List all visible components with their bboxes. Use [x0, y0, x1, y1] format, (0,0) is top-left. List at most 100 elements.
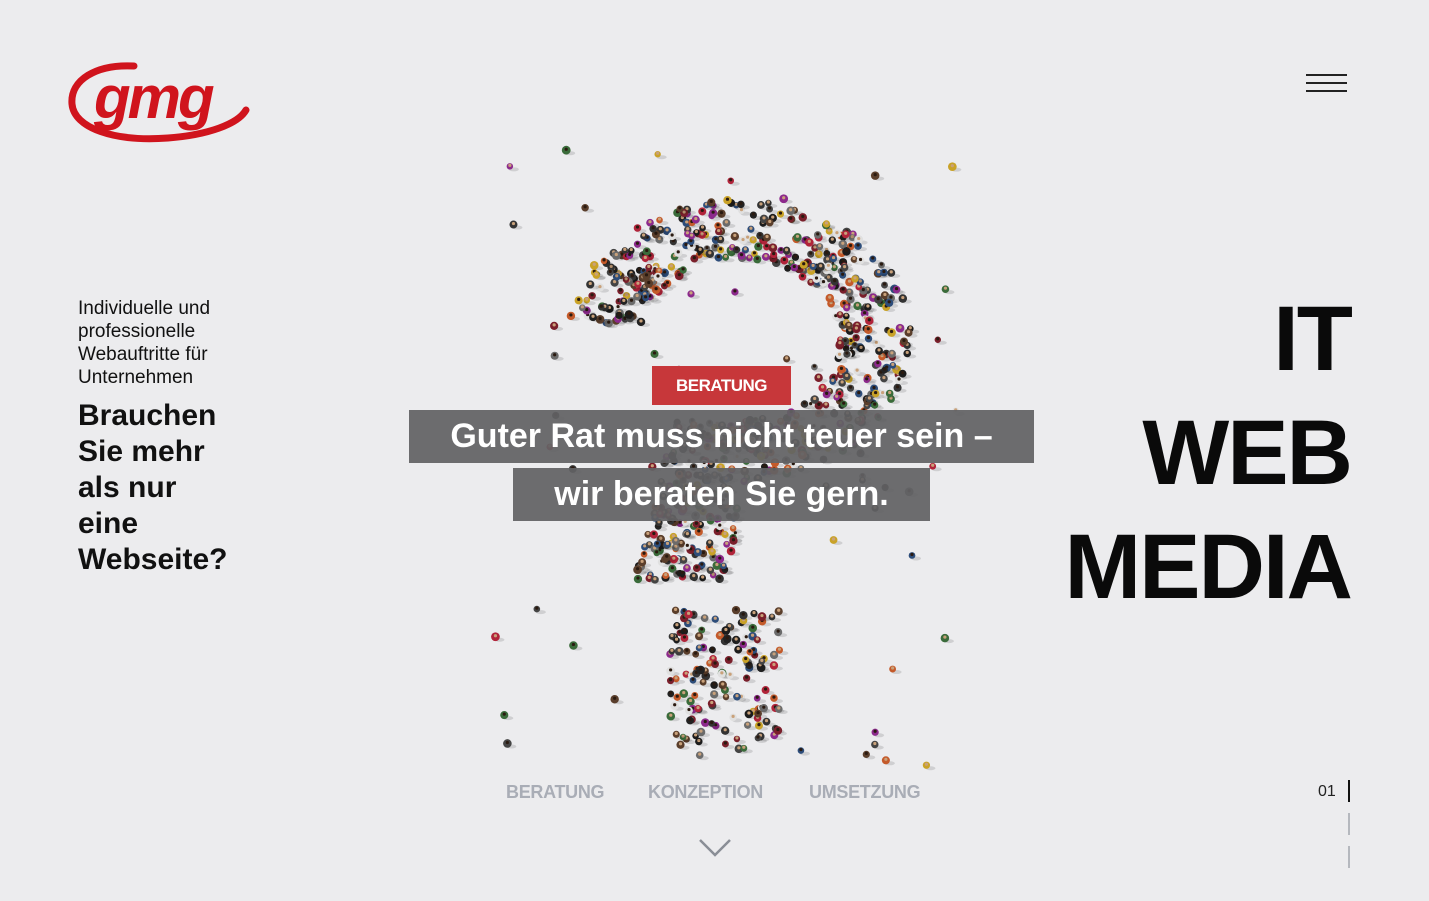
- crowd-person: [503, 739, 517, 749]
- crowd-person: [715, 574, 729, 584]
- slide-headline-line-2: wir beraten Sie gern.: [513, 468, 930, 521]
- crowd-person: [581, 203, 595, 213]
- crowd-person: [696, 727, 710, 738]
- slide-category-badge: BERATUNG: [652, 366, 791, 405]
- crowd-person: [727, 177, 740, 186]
- crowd-person: [869, 255, 882, 265]
- pager-indicator[interactable]: [1348, 813, 1350, 835]
- crowd-person: [748, 623, 762, 634]
- crowd-person: [853, 367, 867, 377]
- crowd-person: [825, 293, 839, 304]
- crowd-person: [491, 632, 505, 642]
- crowd-person: [908, 552, 922, 561]
- crowd-person: [670, 701, 684, 711]
- crowd-person: [679, 689, 693, 699]
- intro-subtitle-line: professionelle: [78, 321, 196, 342]
- crowd-person: [940, 633, 954, 644]
- crowd-person: [633, 574, 647, 585]
- intro-question-line: Sie mehr: [78, 435, 205, 468]
- menu-line: [1306, 74, 1347, 76]
- crowd-person: [774, 607, 788, 617]
- crowd-person: [743, 721, 757, 731]
- crowd-person: [761, 686, 775, 696]
- crowd-person: [731, 605, 746, 616]
- tab-konzeption[interactable]: KONZEPTION: [648, 782, 763, 803]
- crowd-person: [774, 628, 788, 638]
- crowd-person: [881, 756, 895, 766]
- crowd-person: [550, 351, 564, 361]
- gmg-logo[interactable]: gmg: [68, 58, 254, 146]
- crowd-person: [687, 290, 701, 299]
- intro-subtitle-line: Individuelle und: [78, 298, 211, 319]
- crowd-person: [509, 220, 523, 230]
- crowd-person: [880, 374, 893, 384]
- page: gmg Individuelle und professionelle Weba…: [0, 0, 1429, 901]
- crowd-person: [500, 711, 514, 721]
- crowd-person: [636, 317, 651, 327]
- crowd-person: [810, 395, 824, 405]
- crowd-person: [724, 655, 738, 665]
- crowd-person: [666, 711, 680, 722]
- crowd-person: [533, 605, 546, 615]
- crowd-person: [747, 225, 760, 235]
- crowd-person: [929, 462, 942, 472]
- crowd-person: [654, 151, 667, 160]
- crowd-person: [743, 674, 756, 684]
- crowd-person: [829, 536, 843, 545]
- crowd-person: [922, 761, 936, 771]
- crowd-person: [729, 525, 743, 534]
- intro-subtitle: Individuelle und professionelle Webauftr…: [78, 297, 248, 389]
- crowd-person: [770, 694, 783, 704]
- crowd-person: [762, 717, 776, 727]
- crowd-person: [837, 365, 851, 375]
- crowd-person: [633, 240, 647, 250]
- crowd-person: [811, 363, 824, 373]
- crowd-person: [726, 671, 740, 681]
- tab-umsetzung[interactable]: UMSETZUNG: [809, 782, 921, 803]
- crowd-person: [569, 641, 583, 651]
- hamburger-menu-icon[interactable]: [1304, 72, 1348, 96]
- menu-line: [1306, 90, 1347, 92]
- crowd-person: [779, 194, 793, 204]
- hero-keyword-web: WEB: [1142, 402, 1353, 504]
- intro-question-line: als nur: [78, 471, 177, 504]
- crowd-person: [726, 546, 741, 557]
- crowd-person: [769, 661, 783, 671]
- crowd-person: [797, 747, 810, 756]
- chevron-down-icon[interactable]: [698, 836, 732, 858]
- crowd-person: [633, 224, 647, 233]
- crowd-person: [550, 321, 564, 331]
- hero-keywords: IT WEB MEDIA: [1064, 282, 1353, 624]
- crowd-person: [862, 750, 876, 760]
- crowd-person: [715, 554, 729, 565]
- crowd-person: [566, 311, 580, 321]
- crowd-person: [889, 665, 902, 675]
- crowd-person: [617, 287, 630, 297]
- crowd-person: [588, 292, 602, 301]
- crowd-person: [506, 163, 519, 172]
- pager-indicator[interactable]: [1348, 846, 1350, 868]
- crowd-person: [871, 740, 884, 750]
- crowd-person: [731, 288, 744, 297]
- tab-beratung[interactable]: BERATUNG: [506, 782, 605, 803]
- crowd-person: [871, 728, 885, 738]
- slide-headline-line-1: Guter Rat muss nicht teuer sein –: [409, 410, 1034, 463]
- crowd-person: [667, 231, 682, 241]
- crowd-person: [903, 349, 917, 359]
- crowd-person: [656, 216, 669, 226]
- crowd-person: [561, 145, 576, 156]
- hero-keyword-media: MEDIA: [1064, 516, 1353, 618]
- crowd-person: [640, 232, 653, 242]
- pager-indicator-active[interactable]: [1348, 780, 1350, 802]
- crowd-person: [749, 211, 763, 221]
- menu-line: [1306, 82, 1347, 84]
- crowd-person: [753, 636, 767, 645]
- crowd-person: [721, 740, 735, 749]
- crowd-person: [753, 694, 767, 704]
- crowd-person: [864, 325, 878, 335]
- intro-question-line: Webseite?: [78, 543, 228, 576]
- intro-question-line: Brauchen: [78, 399, 217, 432]
- intro-question: Brauchen Sie mehr als nur eine Webseite?: [78, 398, 248, 578]
- crowd-person: [729, 713, 743, 723]
- crowd-person: [870, 171, 885, 181]
